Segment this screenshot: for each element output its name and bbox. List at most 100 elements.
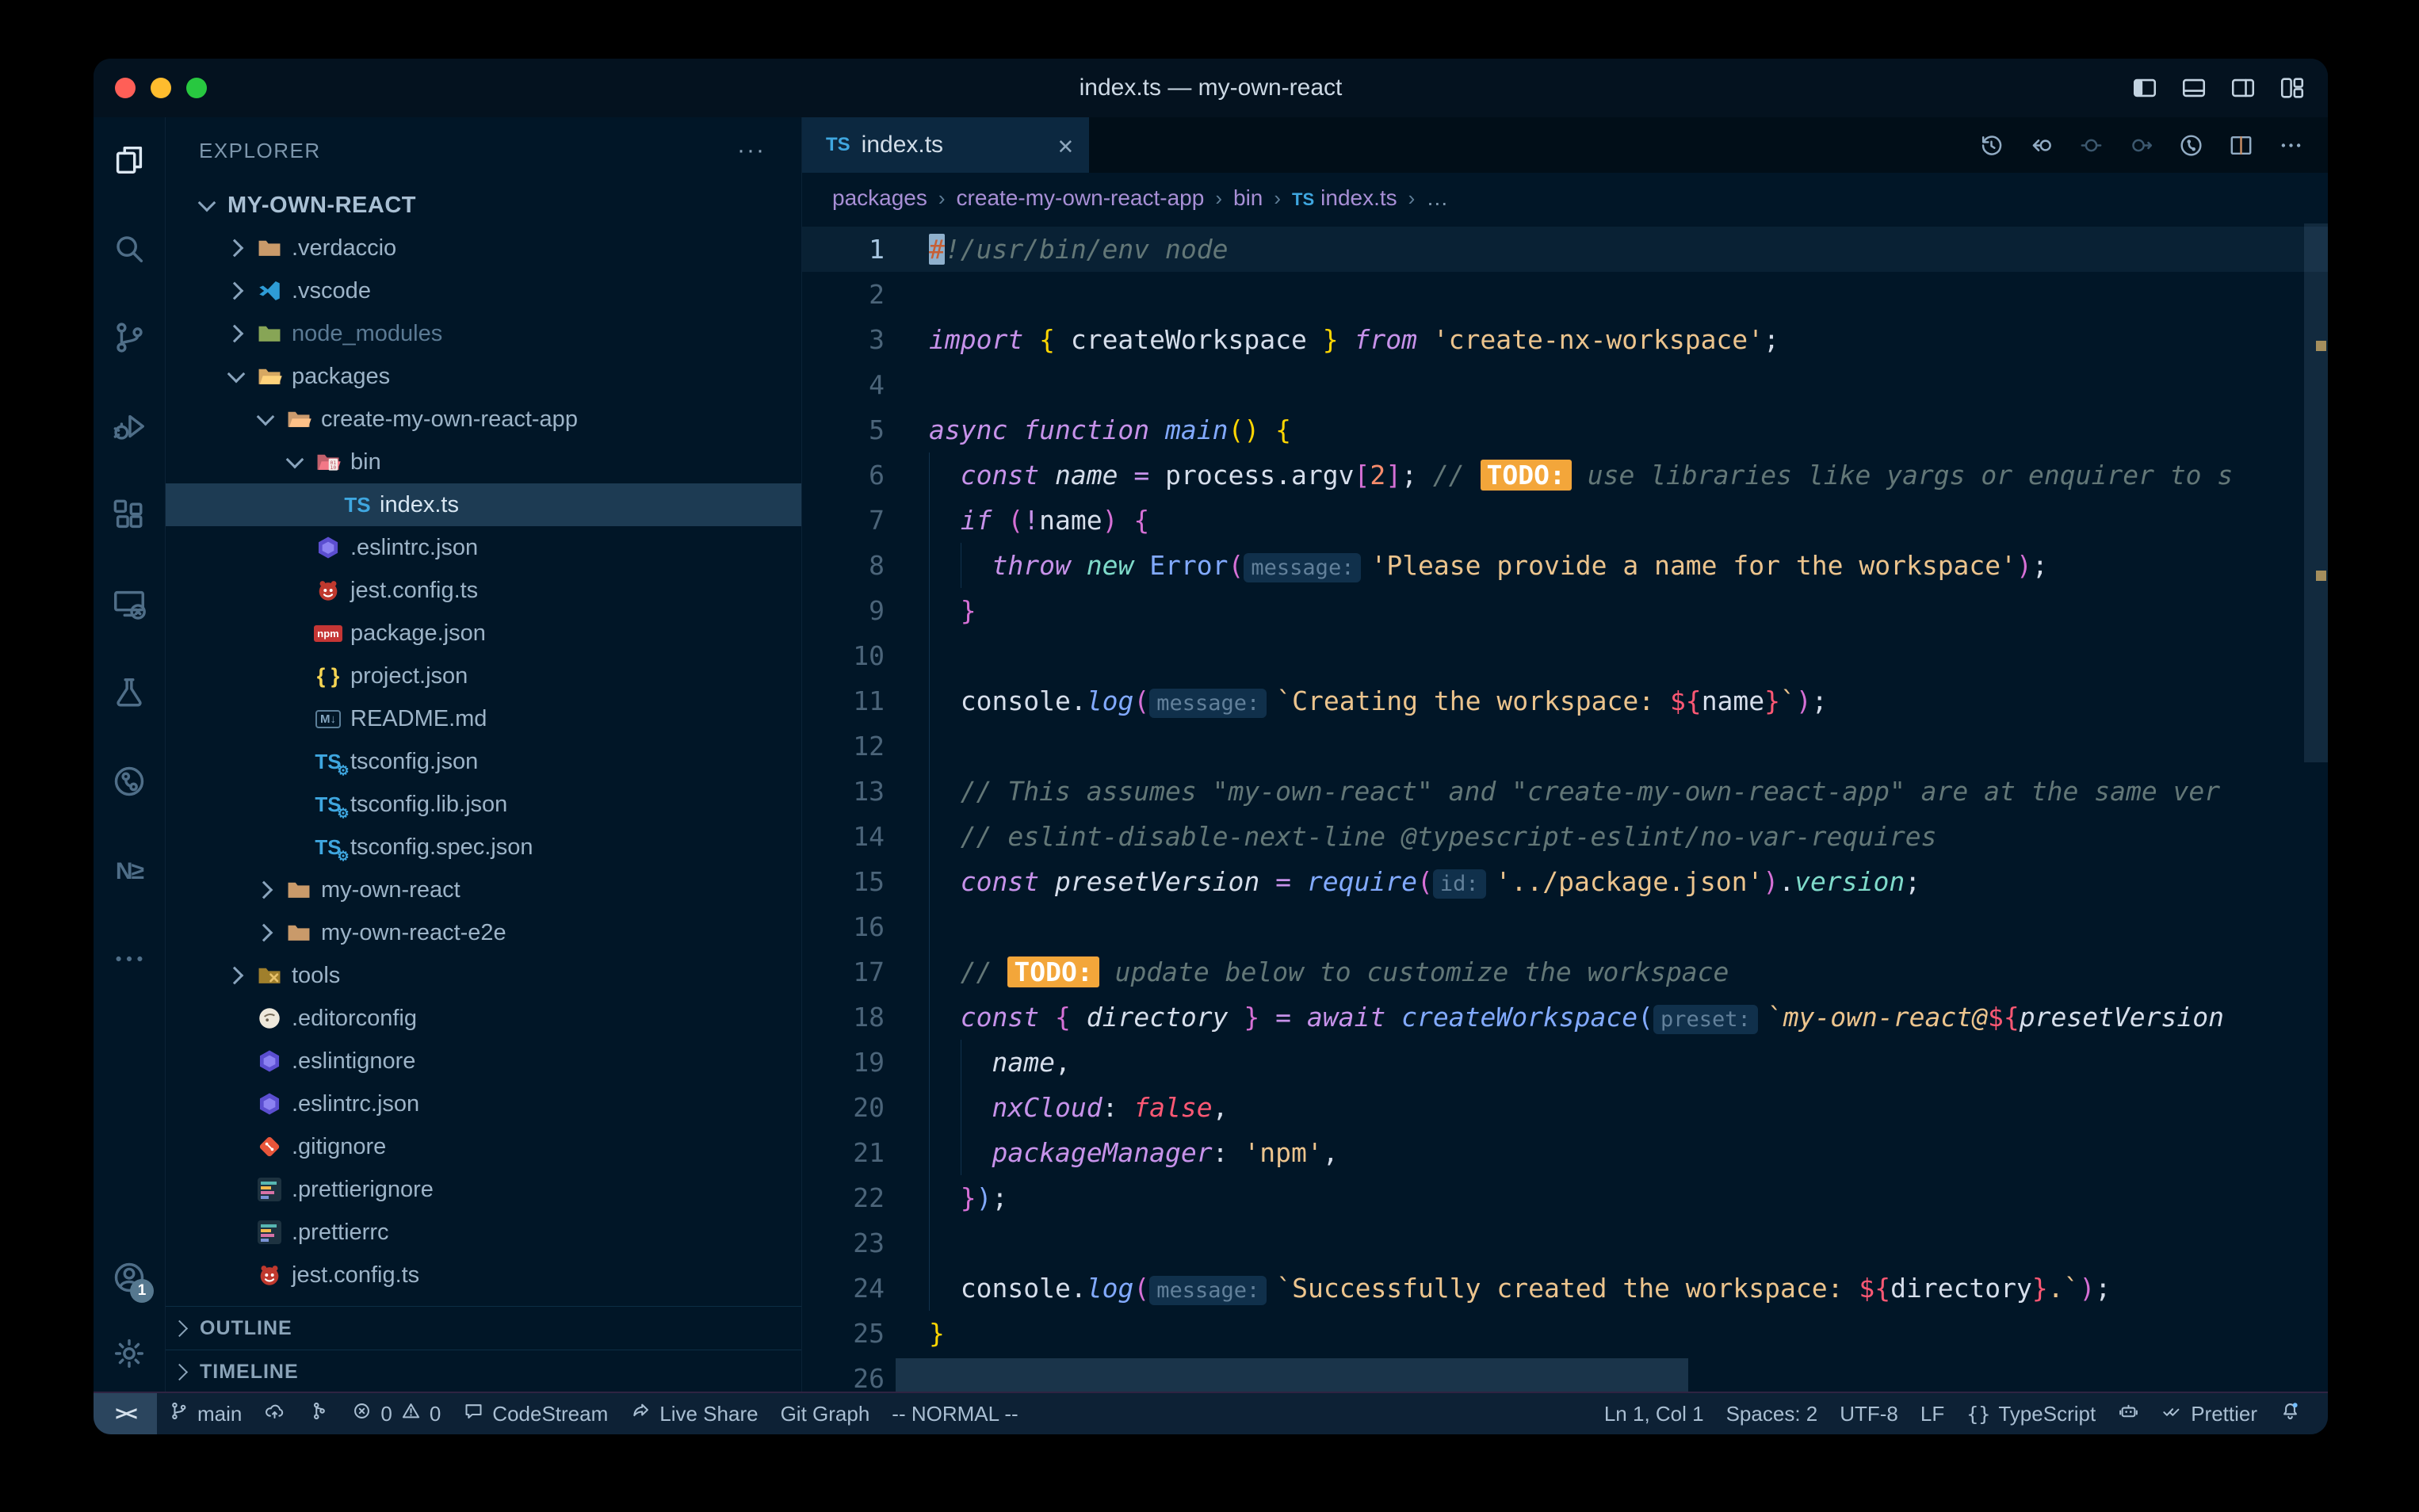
code-line-14[interactable]: 14 // eslint-disable-next-line @typescri…	[802, 814, 2328, 859]
line-number[interactable]: 9	[802, 588, 929, 633]
code-editor[interactable]: 1#!/usr/bin/env node23import { createWor…	[802, 223, 2328, 1393]
code-line-24[interactable]: 24 console.log(message:`Successfully cre…	[802, 1266, 2328, 1311]
timeline-history-icon[interactable]	[1978, 132, 2004, 158]
layout-customize-icon[interactable]	[2279, 74, 2306, 101]
tree-item--editorconfig[interactable]: .editorconfig	[166, 997, 801, 1040]
commit-graph-button-icon[interactable]	[2178, 132, 2204, 158]
tree-item-jest-config-ts[interactable]: jest.config.ts	[166, 1254, 801, 1296]
code-line-19[interactable]: 19 name,	[802, 1040, 2328, 1085]
tree-item-tsconfig-spec-json[interactable]: TS⚙tsconfig.spec.json	[166, 826, 801, 869]
line-number[interactable]: 18	[802, 995, 929, 1040]
status-indentation[interactable]: Spaces: 2	[1715, 1402, 1829, 1426]
code-line-1[interactable]: 1#!/usr/bin/env node	[802, 227, 2328, 272]
tree-item-packages[interactable]: packages	[166, 355, 801, 398]
line-number[interactable]: 2	[802, 272, 929, 317]
tree-item--eslintrc-json[interactable]: .eslintrc.json	[166, 1082, 801, 1125]
code-line-12[interactable]: 12	[802, 724, 2328, 769]
code-line-4[interactable]: 4	[802, 362, 2328, 407]
layout-sidebar-right-icon[interactable]	[2230, 74, 2257, 101]
line-number[interactable]: 20	[802, 1085, 929, 1130]
line-number[interactable]: 5	[802, 407, 929, 452]
code-line-5[interactable]: 5async function main() {	[802, 407, 2328, 452]
activity-item-accounts[interactable]: 1	[94, 1241, 165, 1317]
line-number[interactable]: 25	[802, 1311, 929, 1356]
line-number[interactable]: 21	[802, 1130, 929, 1175]
maximize-window-button[interactable]	[186, 78, 207, 98]
tree-item--gitignore[interactable]: .gitignore	[166, 1125, 801, 1168]
split-editor-icon[interactable]	[2228, 132, 2254, 158]
breadcrumb-item--[interactable]: …	[1426, 185, 1448, 211]
status-copilot[interactable]	[2107, 1400, 2150, 1427]
vertical-scrollbar[interactable]	[2304, 223, 2328, 762]
code-line-20[interactable]: 20 nxCloud: false,	[802, 1085, 2328, 1130]
activity-item-gitlens[interactable]	[94, 739, 165, 827]
code-line-11[interactable]: 11 console.log(message:`Creating the wor…	[802, 678, 2328, 724]
code-line-13[interactable]: 13 // This assumes "my-own-react" and "c…	[802, 769, 2328, 814]
activity-item-remote-explorer[interactable]	[94, 561, 165, 650]
tree-item--eslintignore[interactable]: .eslintignore	[166, 1040, 801, 1082]
tree-item--vscode[interactable]: .vscode	[166, 269, 801, 312]
tree-item--eslintrc-json[interactable]: .eslintrc.json	[166, 526, 801, 569]
code-line-16[interactable]: 16	[802, 904, 2328, 949]
more-actions-icon[interactable]	[2278, 132, 2304, 158]
layout-sidebar-left-icon[interactable]	[2131, 74, 2158, 101]
activity-item-settings[interactable]	[94, 1317, 165, 1393]
code-line-2[interactable]: 2	[802, 272, 2328, 317]
activity-item-run-debug[interactable]	[94, 384, 165, 472]
code-line-22[interactable]: 22 });	[802, 1175, 2328, 1220]
line-number[interactable]: 24	[802, 1266, 929, 1311]
status-cursor-position[interactable]: Ln 1, Col 1	[1593, 1402, 1715, 1426]
tree-item-my-own-react-e2e[interactable]: my-own-react-e2e	[166, 911, 801, 954]
tree-item-my-own-react[interactable]: my-own-react	[166, 869, 801, 911]
outline-section[interactable]: OUTLINE	[166, 1306, 801, 1350]
code-line-25[interactable]: 25}	[802, 1311, 2328, 1356]
tree-item-package-json[interactable]: npmpackage.json	[166, 612, 801, 655]
status-prettier[interactable]: Prettier	[2150, 1400, 2268, 1427]
breadcrumb-item-packages[interactable]: packages	[832, 185, 927, 211]
status-commit-graph[interactable]	[296, 1393, 340, 1434]
tree-item-project-json[interactable]: { }project.json	[166, 655, 801, 697]
activity-item-explorer[interactable]	[94, 117, 165, 206]
line-number[interactable]: 11	[802, 678, 929, 724]
status-problems[interactable]: 00	[340, 1393, 452, 1434]
timeline-section[interactable]: TIMELINE	[166, 1350, 801, 1393]
code-line-8[interactable]: 8 throw new Error(message:'Please provid…	[802, 543, 2328, 588]
line-number[interactable]: 13	[802, 769, 929, 814]
activity-item-search[interactable]	[94, 206, 165, 295]
line-number[interactable]: 12	[802, 724, 929, 769]
status-remote-indicator[interactable]: ><	[94, 1393, 157, 1434]
status-codestream[interactable]: CodeStream	[452, 1393, 619, 1434]
breadcrumb-item-bin[interactable]: bin	[1233, 185, 1263, 211]
code-line-21[interactable]: 21 packageManager: 'npm',	[802, 1130, 2328, 1175]
line-number[interactable]: 22	[802, 1175, 929, 1220]
tree-item-tsconfig-lib-json[interactable]: TS⚙tsconfig.lib.json	[166, 783, 801, 826]
line-number[interactable]: 17	[802, 949, 929, 995]
status-git-branch[interactable]: main	[157, 1393, 253, 1434]
breadcrumb-item-index-ts[interactable]: TSindex.ts	[1292, 185, 1397, 211]
code-line-18[interactable]: 18 const { directory } = await createWor…	[802, 995, 2328, 1040]
explorer-more-actions-icon[interactable]: ···	[737, 137, 766, 164]
activity-item-more[interactable]	[94, 916, 165, 1005]
close-tab-icon[interactable]: ✕	[1058, 130, 1073, 160]
tree-item-my-own-react[interactable]: MY-OWN-REACT	[166, 184, 801, 227]
code-line-3[interactable]: 3import { createWorkspace } from 'create…	[802, 317, 2328, 362]
code-line-15[interactable]: 15 const presetVersion = require(id:'../…	[802, 859, 2328, 904]
status-encoding[interactable]: UTF-8	[1829, 1402, 1909, 1426]
tree-item-jest-config-ts[interactable]: jest.config.ts	[166, 569, 801, 612]
line-number[interactable]: 7	[802, 498, 929, 543]
line-number[interactable]: 23	[802, 1220, 929, 1266]
line-number[interactable]: 8	[802, 543, 929, 588]
tree-item-create-my-own-react-app[interactable]: create-my-own-react-app	[166, 398, 801, 441]
layout-panel-icon[interactable]	[2180, 74, 2207, 101]
code-line-17[interactable]: 17 // TODO: update below to customize th…	[802, 949, 2328, 995]
code-line-10[interactable]: 10	[802, 633, 2328, 678]
status-git-graph[interactable]: Git Graph	[770, 1393, 881, 1434]
status-eol[interactable]: LF	[1909, 1402, 1955, 1426]
code-line-7[interactable]: 7 if (!name) {	[802, 498, 2328, 543]
activity-item-extensions[interactable]	[94, 472, 165, 561]
horizontal-scrollbar[interactable]	[896, 1358, 1688, 1392]
line-number[interactable]: 19	[802, 1040, 929, 1085]
nav-forward-icon[interactable]	[2128, 132, 2154, 158]
line-number[interactable]: 15	[802, 859, 929, 904]
tree-item--prettierignore[interactable]: .prettierignore	[166, 1168, 801, 1211]
